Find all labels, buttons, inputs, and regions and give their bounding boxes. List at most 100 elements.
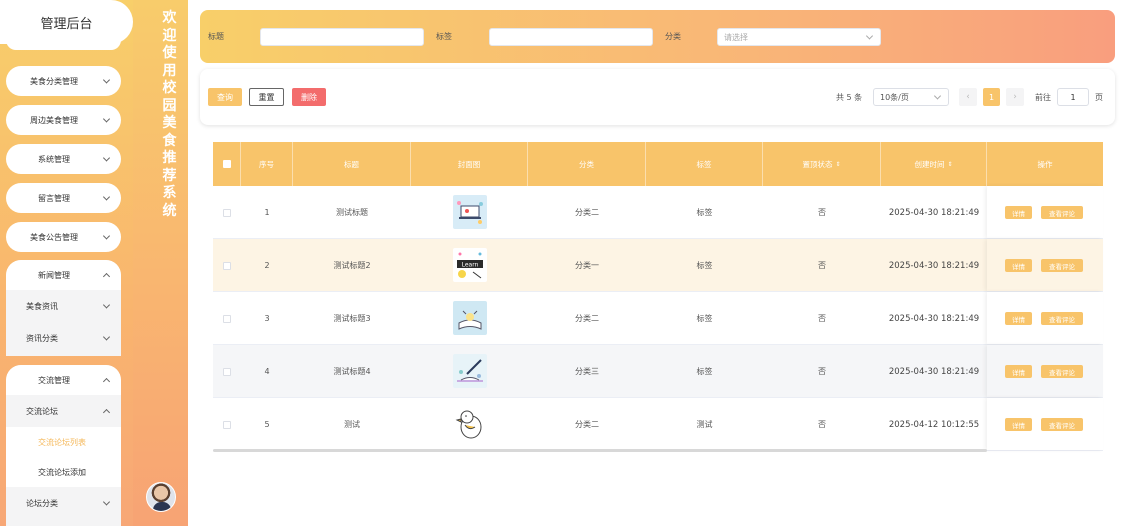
row-checkbox[interactable] [223, 208, 231, 217]
sidebar-item-label: 留言管理 [38, 193, 70, 203]
cell-tag: 标签 [696, 367, 713, 376]
next-page-button[interactable]: › [1006, 88, 1024, 106]
page-number-current[interactable]: 1 [983, 88, 1000, 106]
detail-button[interactable]: 详情 [1005, 312, 1032, 325]
sidebar-item-food-category[interactable]: 美食分类管理 [6, 66, 121, 96]
view-comments-button[interactable]: 查看评论 [1041, 206, 1083, 219]
sort-icon[interactable]: ⇕ [947, 161, 952, 168]
chevron-up-icon [102, 377, 111, 386]
cell-created: 2025-04-30 18:21:49 [888, 366, 980, 377]
page-size-select[interactable]: 10条/页 [873, 88, 949, 106]
data-table: 序号 标题 封面图 分类 标签 置顶状态 ⇕ 创建时间 ⇕ 操作 1 测试标题 分类… [213, 142, 1103, 452]
row-select-cell [213, 292, 241, 345]
detail-button[interactable]: 详情 [1005, 206, 1032, 219]
cell-cover [411, 398, 528, 451]
view-comments-button[interactable]: 查看评论 [1041, 259, 1083, 272]
cell-title: 测试标题2 [333, 261, 371, 270]
header-created[interactable]: 创建时间 ⇕ [881, 142, 987, 186]
query-button[interactable]: 查询 [208, 88, 242, 106]
sidebar-item-news-category[interactable]: 资讯分类 [6, 322, 121, 354]
detail-button[interactable]: 详情 [1005, 418, 1032, 431]
header-pinned[interactable]: 置顶状态 ⇕ [763, 142, 881, 186]
cell-operations: 详情 查看评论 [987, 345, 1103, 397]
pen-illustration[interactable] [452, 353, 487, 390]
cell-category: 分类三 [575, 367, 599, 376]
duck-illustration[interactable] [452, 406, 487, 443]
select-all-cell [213, 142, 241, 186]
sidebar-item-label: 交流管理 [38, 375, 70, 385]
sidebar-item-label: 交流论坛添加 [38, 467, 86, 477]
header-tag: 标签 [646, 142, 763, 186]
sort-icon[interactable]: ⇕ [835, 161, 840, 168]
chevron-down-icon [102, 193, 111, 201]
view-comments-button[interactable]: 查看评论 [1041, 418, 1083, 431]
view-comments-button[interactable]: 查看评论 [1041, 312, 1083, 325]
sidebar-item-forum[interactable]: 交流论坛 [6, 395, 121, 427]
row-select-cell [213, 398, 241, 451]
sidebar: 管理后台 美食分类管理 周边美食管理 系统管理 留言管理 美食公告管理 新闻管理 [0, 0, 133, 526]
title-input[interactable] [260, 28, 424, 46]
row-checkbox[interactable] [223, 261, 231, 270]
sidebar-item-communication[interactable]: 交流管理 [6, 365, 121, 395]
laptop-illustration[interactable] [452, 194, 487, 231]
sidebar-item-label: 美食资讯 [26, 301, 58, 311]
tag-input[interactable] [489, 28, 653, 46]
sidebar-item-forum-category[interactable]: 论坛分类 [6, 487, 121, 519]
row-checkbox[interactable] [223, 420, 231, 429]
sidebar-item-nearby-food[interactable]: 周边美食管理 [6, 105, 121, 135]
sidebar-item-label: 交流论坛 [26, 406, 58, 416]
sidebar-group-news: 新闻管理 美食资讯 资讯分类 [6, 260, 121, 356]
view-comments-button[interactable]: 查看评论 [1041, 365, 1083, 378]
sidebar-item-news[interactable]: 新闻管理 [6, 260, 121, 290]
cell-cover: Learn [411, 239, 528, 292]
book-illustration[interactable] [452, 300, 487, 337]
row-checkbox[interactable] [223, 314, 231, 323]
select-all-checkbox[interactable] [222, 160, 231, 168]
row-select-cell [213, 186, 241, 239]
chevron-down-icon [102, 232, 111, 240]
cell-title: 测试标题4 [333, 367, 371, 376]
title-label: 标题 [208, 32, 224, 41]
chevron-up-icon [102, 272, 111, 281]
cell-created: 2025-04-30 18:21:49 [888, 260, 980, 271]
sidebar-item-messages[interactable]: 留言管理 [6, 183, 121, 213]
detail-button[interactable]: 详情 [1005, 365, 1032, 378]
sidebar-item-system[interactable]: 系统管理 [6, 144, 121, 174]
table-row: 1 测试标题 分类二 标签 否 2025-04-30 18:21:49 详情 查看评论 [213, 186, 1103, 239]
sidebar-item-forum-add[interactable]: 交流论坛添加 [6, 457, 121, 487]
row-checkbox[interactable] [223, 367, 231, 376]
header-operations: 操作 [1037, 159, 1053, 169]
sidebar-item-food-news[interactable]: 美食资讯 [6, 290, 121, 322]
cell-pinned: 否 [818, 420, 826, 429]
sidebar-item-forum-list[interactable]: 交流论坛列表 [6, 427, 121, 457]
cell-title: 测试标题3 [333, 314, 371, 323]
cell-operations: 详情 查看评论 [987, 186, 1103, 238]
horizontal-scrollbar[interactable] [213, 449, 987, 452]
sidebar-item-food-notice[interactable]: 美食公告管理 [6, 222, 121, 252]
chevron-down-icon [102, 498, 111, 506]
cell-title: 测试 [344, 420, 360, 429]
cell-index: 1 [264, 208, 270, 217]
sidebar-item-label: 系统管理 [38, 154, 70, 164]
header-index: 序号 [241, 142, 293, 186]
prev-page-button[interactable]: ‹ [959, 88, 977, 106]
chevron-down-icon [102, 115, 111, 123]
sidebar-item-label: 资讯分类 [26, 333, 58, 343]
sidebar-group-communication: 交流管理 交流论坛 交流论坛列表 交流论坛添加 论坛分类 [6, 365, 121, 526]
cell-operations: 详情 查看评论 [987, 398, 1103, 450]
cell-operations: 详情 查看评论 [987, 239, 1103, 291]
goto-page-input[interactable]: 1 [1057, 88, 1089, 106]
reset-button[interactable]: 重置 [249, 88, 284, 106]
detail-button[interactable]: 详情 [1005, 259, 1032, 272]
sidebar-item-label: 美食分类管理 [30, 76, 78, 86]
sidebar-scroll-peek [6, 38, 121, 50]
svg-text:Learn: Learn [461, 261, 478, 268]
cell-tag: 测试 [696, 420, 713, 429]
welcome-column: 欢迎使用校园美食推荐系统 [133, 0, 188, 526]
header-category: 分类 [528, 142, 646, 186]
learn-illustration[interactable]: Learn [452, 247, 487, 284]
avatar[interactable] [146, 482, 176, 512]
header-created-label: 创建时间 [914, 159, 945, 169]
category-select[interactable]: 请选择 [717, 28, 881, 46]
delete-button[interactable]: 删除 [292, 88, 326, 106]
